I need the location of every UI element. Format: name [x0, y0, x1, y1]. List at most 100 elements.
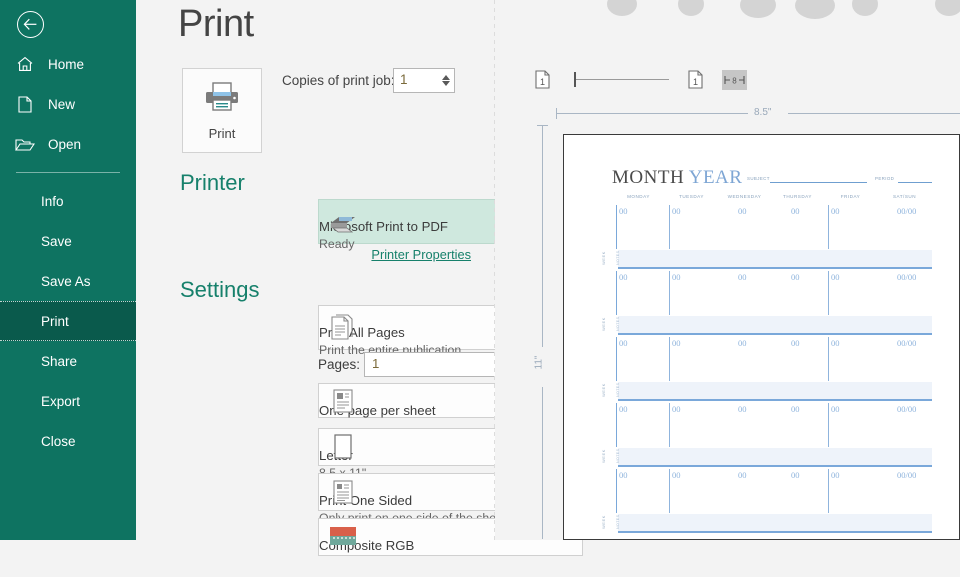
calendar-day-number[interactable]: 00	[831, 404, 840, 414]
calendar-column-rule	[828, 271, 829, 315]
sidebar-item-label: Home	[48, 57, 84, 72]
vertical-ruler-label: 11"	[533, 356, 544, 370]
calendar-notes-band[interactable]	[618, 382, 932, 399]
weekday-label: MONDAY	[612, 194, 665, 199]
printer-icon	[203, 81, 241, 118]
calendar-day-number[interactable]: 00/00	[897, 338, 916, 348]
calendar-week-row[interactable]: 000000000000/00WEEKNOTES	[612, 403, 932, 469]
calendar-week-rule	[618, 333, 932, 335]
ruler-toggle-icon[interactable]: 8	[722, 70, 747, 90]
sidebar-item-close[interactable]: Close	[0, 421, 136, 461]
calendar-week-row[interactable]: 000000000000/00WEEKNOTES	[612, 337, 932, 403]
calendar-notes-label: NOTES	[616, 383, 620, 397]
calendar-day-number[interactable]: 00	[672, 272, 681, 282]
subject-field-line[interactable]	[770, 182, 867, 183]
sidebar-item-info[interactable]: Info	[0, 181, 136, 221]
calendar-day-number[interactable]: 00	[672, 470, 681, 480]
period-field-line[interactable]	[898, 182, 932, 183]
sidebar-item-share[interactable]: Share	[0, 341, 136, 381]
calendar-day-number[interactable]: 00	[791, 404, 800, 414]
decorative-shape	[795, 0, 835, 19]
calendar-day-number[interactable]: 00/00	[897, 206, 916, 216]
sidebar-item-home[interactable]: Home	[0, 44, 136, 84]
calendar-day-number[interactable]: 00	[619, 272, 628, 282]
sidebar-item-open[interactable]: Open	[0, 124, 136, 164]
calendar-day-number[interactable]: 00	[738, 206, 747, 216]
sidebar-item-label: Info	[41, 194, 64, 209]
weekday-label: TUESDAY	[665, 194, 718, 199]
svg-text:1: 1	[693, 77, 698, 87]
last-page-button[interactable]: 1	[688, 70, 703, 94]
calendar-column-rule	[669, 469, 670, 513]
calendar-day-number[interactable]: 00	[791, 272, 800, 282]
calendar-notes-band[interactable]	[618, 448, 932, 465]
sidebar-item-print[interactable]: Print	[0, 301, 136, 341]
calendar-day-number[interactable]: 00	[791, 206, 800, 216]
document-preview-sheet[interactable]: MONTH YEAR SUBJECT PERIOD MONDAY TUESDAY…	[563, 134, 960, 540]
print-button-label: Print	[209, 126, 236, 141]
back-arrow-icon[interactable]	[10, 4, 50, 44]
sidebar-item-export[interactable]: Export	[0, 381, 136, 421]
calendar-day-number[interactable]: 00	[619, 338, 628, 348]
calendar-notes-band[interactable]	[618, 316, 932, 333]
calendar-day-number[interactable]: 00	[831, 206, 840, 216]
copies-stepper[interactable]: 1	[393, 68, 455, 93]
calendar-day-number[interactable]: 00	[791, 470, 800, 480]
zoom-slider-handle[interactable]	[574, 72, 576, 87]
calendar-column-rule	[616, 205, 617, 249]
calendar-week-row[interactable]: 000000000000/00WEEKNOTES	[612, 271, 932, 337]
calendar-week-label: WEEK	[601, 251, 606, 265]
zoom-slider-track[interactable]	[574, 79, 669, 80]
calendar-day-number[interactable]: 00	[672, 206, 681, 216]
print-button[interactable]: Print	[182, 68, 262, 153]
page-title: Print	[178, 3, 254, 46]
first-page-button[interactable]: 1	[535, 70, 550, 94]
calendar-day-number[interactable]: 00	[738, 470, 747, 480]
calendar-day-number[interactable]: 00/00	[897, 470, 916, 480]
calendar-week-rule	[618, 531, 932, 533]
calendar-day-number[interactable]: 00	[619, 470, 628, 480]
calendar-notes-band[interactable]	[618, 514, 932, 531]
calendar-column-rule	[669, 205, 670, 249]
calendar-day-number[interactable]: 00	[738, 404, 747, 414]
calendar-day-number[interactable]: 00	[738, 338, 747, 348]
calendar-week-row[interactable]: 000000000000/00WEEKNOTES	[612, 205, 932, 271]
calendar-week-row[interactable]: 000000000000/00WEEKNOTES	[612, 469, 932, 535]
paper-size-icon	[326, 432, 360, 462]
calendar-day-number[interactable]: 00	[831, 338, 840, 348]
sidebar-item-new[interactable]: New	[0, 84, 136, 124]
calendar-day-number[interactable]: 00	[831, 470, 840, 480]
calendar-column-rule	[616, 337, 617, 381]
sidebar-item-label: New	[48, 97, 75, 112]
sidebar-item-label: Save	[41, 234, 72, 249]
calendar-column-rule	[616, 403, 617, 447]
copies-label: Copies of print job:	[282, 73, 395, 88]
home-icon	[14, 54, 36, 74]
decorative-shape	[935, 0, 960, 16]
calendar-notes-label: NOTES	[616, 317, 620, 331]
calendar-notes-band[interactable]	[618, 250, 932, 267]
sidebar-item-save[interactable]: Save	[0, 221, 136, 261]
calendar-day-number[interactable]: 00	[619, 206, 628, 216]
calendar-day-number[interactable]: 00	[791, 338, 800, 348]
printer-properties-link[interactable]: Printer Properties	[371, 247, 471, 262]
calendar-day-number[interactable]: 00/00	[897, 272, 916, 282]
copies-increment-icon[interactable]	[442, 75, 450, 80]
calendar-template: MONTH YEAR SUBJECT PERIOD MONDAY TUESDAY…	[612, 167, 932, 189]
sidebar-item-label: Close	[41, 434, 76, 449]
page-layout-icon	[326, 386, 360, 416]
pages-value: 1	[372, 356, 379, 371]
calendar-day-number[interactable]: 00	[672, 404, 681, 414]
calendar-fields: SUBJECT PERIOD	[747, 173, 932, 187]
calendar-column-rule	[828, 403, 829, 447]
calendar-day-number[interactable]: 00	[738, 272, 747, 282]
sidebar-item-save-as[interactable]: Save As	[0, 261, 136, 301]
decorative-shape	[678, 0, 704, 16]
decorative-shape	[852, 0, 878, 16]
copies-decrement-icon[interactable]	[442, 81, 450, 86]
all-pages-icon	[326, 313, 360, 343]
calendar-day-number[interactable]: 00	[672, 338, 681, 348]
calendar-day-number[interactable]: 00	[831, 272, 840, 282]
calendar-day-number[interactable]: 00/00	[897, 404, 916, 414]
calendar-day-number[interactable]: 00	[619, 404, 628, 414]
